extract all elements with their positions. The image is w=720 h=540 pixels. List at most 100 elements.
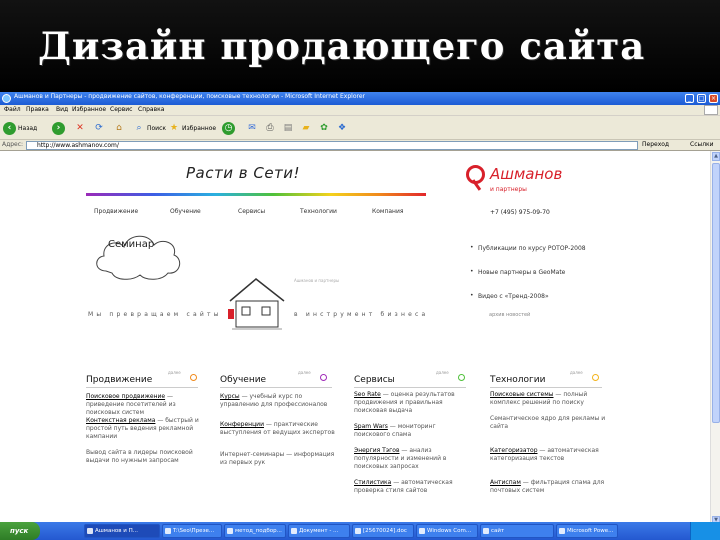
stop-button[interactable]: ✕ (74, 120, 88, 136)
research-button[interactable]: ❖ (336, 120, 350, 136)
column-title[interactable]: Сервисы (354, 375, 395, 385)
column-divider (220, 387, 332, 388)
list-item: Seo Rate — оценка результатов продвижени… (354, 391, 472, 415)
column-title[interactable]: Технологии (490, 375, 545, 385)
taskbar-item[interactable]: Windows Com... (416, 524, 478, 538)
ie-icon (2, 94, 11, 103)
toolbar: ‹ Назад › ✕ ⟳ ⌂ ⌕ Поиск ★ Избранное ◷ ✉ (0, 116, 720, 140)
go-button[interactable]: Переход (642, 141, 669, 148)
address-input[interactable]: http://www.ashmanov.com/ (26, 141, 638, 150)
back-button[interactable]: ‹ Назад (3, 120, 37, 136)
slide-title-band: Дизайн продающего сайта (0, 0, 720, 92)
list-item: Курсы — учебный курс по управлению для п… (220, 393, 338, 409)
address-bar: Адрес: http://www.ashmanov.com/ Переход … (0, 140, 720, 151)
menu-file[interactable]: Файл (4, 106, 21, 113)
item-link[interactable]: Категоризатор (490, 447, 538, 454)
start-button[interactable]: пуск (0, 522, 40, 540)
item-link[interactable]: Энергия Тэгов (354, 447, 400, 454)
nav-item-promotion[interactable]: Продвижение (94, 208, 138, 215)
nav-item-company[interactable]: Компания (372, 208, 404, 215)
list-item: Вывод сайта в лидеры поисковой выдачи по… (86, 449, 204, 465)
print-button[interactable]: ⎙ (264, 120, 278, 136)
column-more-link[interactable]: далее (436, 370, 449, 375)
mail-button[interactable]: ✉ (246, 120, 260, 136)
scroll-up-icon[interactable]: ▲ (712, 152, 720, 161)
cloud-icon[interactable] (92, 227, 184, 283)
column-more-link[interactable]: далее (570, 370, 583, 375)
nav-item-services[interactable]: Сервисы (238, 208, 265, 215)
history-button[interactable]: ◷ (222, 120, 237, 136)
list-item: Контекстная реклама — быстрый и простой … (86, 417, 204, 441)
refresh-button[interactable]: ⟳ (93, 120, 107, 136)
menu-edit[interactable]: Правка (26, 106, 49, 113)
column-more-link[interactable]: далее (168, 370, 181, 375)
list-item: Семантическое ядро для рекламы и сайта (490, 415, 608, 431)
star-icon: ★ (169, 123, 179, 133)
news-item[interactable]: Видео с «Тренд-2008» (470, 292, 549, 300)
item-link[interactable]: Spam Wars (354, 423, 388, 430)
taskbar-item[interactable]: метод_подбор... (224, 524, 286, 538)
item-link[interactable]: Стилистика (354, 479, 391, 486)
power-icon[interactable] (458, 374, 465, 381)
site-logo[interactable]: Расти в Сети! (186, 164, 300, 182)
menu-help[interactable]: Справка (138, 106, 164, 113)
links-button[interactable]: Ссылки (690, 141, 714, 148)
taskbar-item[interactable]: сайт (480, 524, 554, 538)
list-item: Интернет-семинары — информация из первых… (220, 451, 338, 467)
vertical-scrollbar[interactable]: ▲ ▼ (710, 151, 720, 527)
slide-title: Дизайн продающего сайта (38, 24, 646, 68)
scroll-thumb[interactable] (712, 163, 720, 423)
menu-tools[interactable]: Сервис (110, 106, 132, 113)
print-icon: ⎙ (266, 123, 274, 133)
list-item: Антиспам — фильтрация спама для почтовых… (490, 479, 608, 495)
favorites-label: Избранное (182, 124, 217, 132)
favorites-button[interactable]: ★ Избранное (168, 120, 216, 136)
list-item: Категоризатор — автоматическая категориз… (490, 447, 608, 463)
home-button[interactable]: ⌂ (113, 120, 127, 136)
address-label: Адрес: (2, 141, 24, 148)
power-icon[interactable] (320, 374, 327, 381)
stop-icon: ✕ (76, 123, 84, 133)
messenger-icon: ✿ (320, 123, 328, 133)
menu-view[interactable]: Вид (56, 106, 68, 113)
column-title[interactable]: Продвижение (86, 375, 152, 385)
power-icon[interactable] (190, 374, 197, 381)
item-link[interactable]: Seo Rate (354, 391, 381, 398)
item-link[interactable]: Поисковое продвижение (86, 393, 165, 400)
taskbar-item[interactable]: [25670024].doc (352, 524, 414, 538)
system-tray[interactable] (690, 522, 720, 540)
item-link[interactable]: Поисковые системы (490, 391, 554, 398)
item-link[interactable]: Курсы (220, 393, 240, 400)
taskbar: пуск Ашманов и П... T:\Seo\Презе... мето… (0, 522, 720, 540)
list-item: Поисковое продвижение — приведение посет… (86, 393, 204, 417)
window-titlebar[interactable]: Ашманов и Партнеры - продвижение сайтов,… (0, 92, 720, 105)
taskbar-item[interactable]: Документ - ... (288, 524, 350, 538)
folder-button[interactable]: ▰ (300, 120, 314, 136)
edit-button[interactable]: ▤ (282, 120, 296, 136)
close-icon[interactable]: × (709, 94, 718, 103)
taskbar-item[interactable]: T:\Seo\Презе... (162, 524, 222, 538)
taskbar-item[interactable]: Ашманов и П... (84, 524, 160, 538)
maximize-icon[interactable]: □ (697, 94, 706, 103)
nav-item-technologies[interactable]: Технологии (300, 208, 337, 215)
news-archive-link[interactable]: архив новостей (489, 312, 530, 318)
news-item[interactable]: Новые партнеры в GeoMate (470, 268, 565, 276)
forward-arrow-icon: › (52, 121, 65, 135)
column-title[interactable]: Обучение (220, 375, 266, 385)
rainbow-divider (86, 193, 426, 196)
power-icon[interactable] (592, 374, 599, 381)
nav-item-education[interactable]: Обучение (170, 208, 201, 215)
minimize-icon[interactable]: _ (685, 94, 694, 103)
menu-favorites[interactable]: Избранное (72, 106, 106, 113)
item-link[interactable]: Конференции (220, 421, 264, 428)
news-item[interactable]: Публикации по курсу РОТОР-2008 (470, 244, 586, 252)
column-more-link[interactable]: далее (298, 370, 311, 375)
taskbar-item[interactable]: Microsoft Powe... (556, 524, 618, 538)
item-link[interactable]: Контекстная реклама (86, 417, 155, 424)
research-icon: ❖ (337, 123, 347, 133)
edit-icon: ▤ (283, 123, 293, 133)
search-button[interactable]: ⌕ Поиск (133, 120, 166, 136)
messenger-button[interactable]: ✿ (318, 120, 332, 136)
forward-button[interactable]: › (52, 120, 67, 136)
item-link[interactable]: Антиспам (490, 479, 521, 486)
